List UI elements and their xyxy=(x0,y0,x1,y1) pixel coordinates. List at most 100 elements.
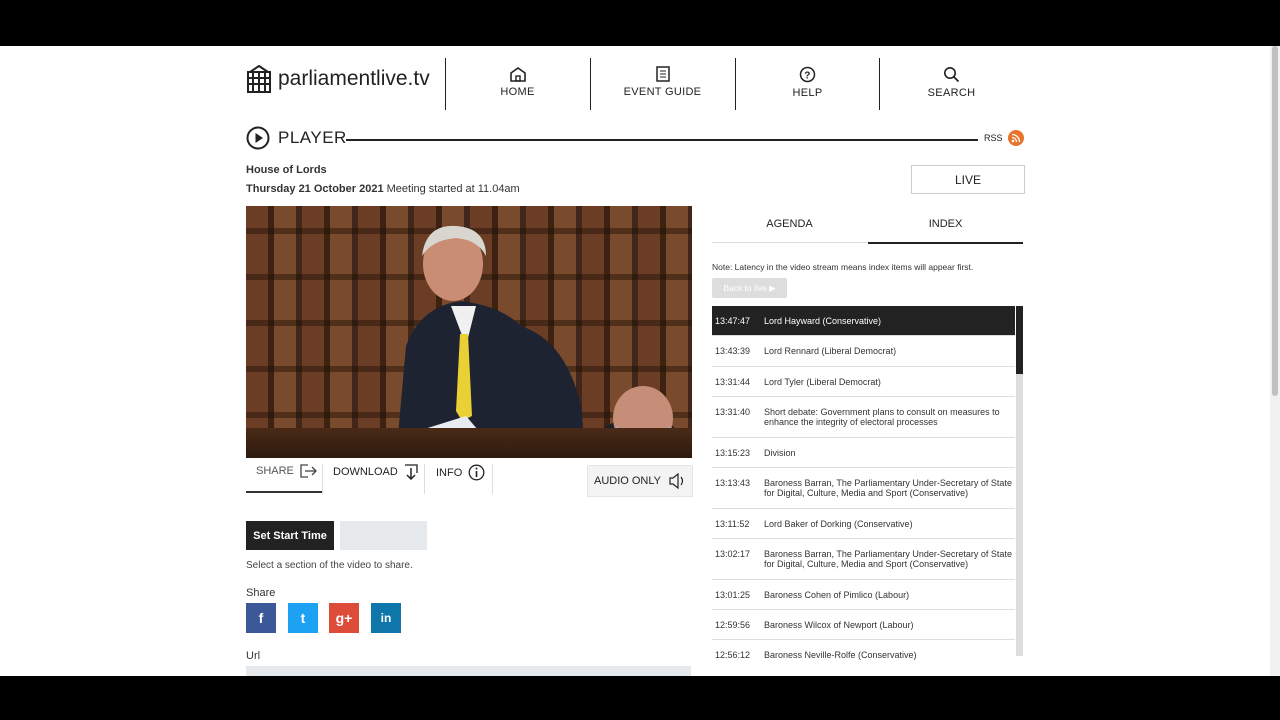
index-time: 13:31:40 xyxy=(715,407,751,418)
index-row[interactable]: 13:13:43 Baroness Barran, The Parliamenta… xyxy=(712,468,1015,509)
index-row[interactable]: 13:15:23 Division xyxy=(712,438,1015,469)
set-start-time-button[interactable]: Set Start Time xyxy=(246,521,334,550)
index-time: 13:02:17 xyxy=(715,549,751,560)
download-button[interactable]: DOWNLOAD xyxy=(333,464,418,480)
nav-home-label: HOME xyxy=(500,86,535,98)
control-divider xyxy=(492,464,493,494)
share-label: SHARE xyxy=(256,465,294,477)
live-button[interactable]: LIVE xyxy=(911,165,1025,194)
index-description: Division xyxy=(764,447,796,458)
index-time: 13:13:43 xyxy=(715,478,751,489)
index-row[interactable]: 13:11:52 Lord Baker of Dorking (Conservat… xyxy=(712,509,1015,540)
index-row[interactable]: 13:43:39 Lord Rennard (Liberal Democrat) xyxy=(712,336,1015,367)
nav-search[interactable]: SEARCH xyxy=(879,66,1024,99)
index-row[interactable]: 13:02:17 Baroness Barran, The Parliamenta… xyxy=(712,539,1015,580)
index-description: Baroness Barran, The Parliamentary Under… xyxy=(764,478,1012,499)
video-frame-speaker xyxy=(386,225,692,458)
rss-label: RSS xyxy=(984,133,1003,143)
index-time: 12:59:56 xyxy=(715,620,751,631)
url-label: Url xyxy=(246,650,261,662)
nav-help[interactable]: ? HELP xyxy=(735,66,880,99)
nav-home[interactable]: HOME xyxy=(445,66,590,98)
nav-event-guide[interactable]: EVENT GUIDE xyxy=(590,66,735,98)
control-divider xyxy=(322,464,323,494)
control-divider xyxy=(424,464,425,494)
index-row[interactable]: 13:01:25 Baroness Cohen of Pimlico (Labou… xyxy=(712,580,1015,611)
index-description: Lord Rennard (Liberal Democrat) xyxy=(764,346,897,357)
player-title: PLAYER xyxy=(278,128,347,147)
index-row[interactable]: 13:31:44 Lord Tyler (Liberal Democrat) xyxy=(712,367,1015,398)
meeting-date: Thursday 21 October 2021 Meeting started… xyxy=(246,183,520,195)
twitter-icon: t xyxy=(300,610,306,626)
back-to-live-button[interactable]: Back to live ▶ xyxy=(712,278,787,298)
page: parliamentlive.tv HOME EVENT GUIDE ? HEL… xyxy=(0,46,1280,676)
logo-text: parliamentlive.tv xyxy=(278,67,430,90)
index-description: Baroness Cohen of Pimlico (Labour) xyxy=(764,589,910,600)
google-plus-icon: g+ xyxy=(335,610,353,626)
nav-search-label: SEARCH xyxy=(927,87,976,99)
nav-help-label: HELP xyxy=(792,87,823,99)
share-hint: Select a section of the video to share. xyxy=(246,560,413,571)
index-time: 13:43:39 xyxy=(715,346,751,357)
share-active-underline xyxy=(246,491,322,493)
help-icon: ? xyxy=(799,66,816,83)
site-logo[interactable]: parliamentlive.tv xyxy=(246,64,430,94)
player-heading: PLAYER xyxy=(246,126,347,150)
linkedin-share-button[interactable]: in xyxy=(371,603,401,633)
index-description: Lord Tyler (Liberal Democrat) xyxy=(764,376,881,387)
index-description: Short debate: Government plans to consul… xyxy=(764,407,1000,428)
info-button[interactable]: INFO xyxy=(436,464,485,481)
tab-agenda[interactable]: AGENDA xyxy=(712,206,867,243)
index-time: 13:31:44 xyxy=(715,376,751,387)
index-description: Baroness Barran, The Parliamentary Under… xyxy=(764,549,1012,570)
audio-only-label: AUDIO ONLY xyxy=(593,475,662,487)
index-row[interactable]: 13:31:40 Short debate: Government plans t… xyxy=(712,397,1015,438)
index-time: 13:01:25 xyxy=(715,589,751,600)
index-list[interactable]: 13:47:47 Lord Hayward (Conservative) 13:43… xyxy=(712,306,1015,666)
heading-rule xyxy=(346,139,978,141)
index-scrollbar-thumb[interactable] xyxy=(1016,306,1023,374)
share-icon xyxy=(300,464,317,478)
google-plus-share-button[interactable]: g+ xyxy=(329,603,359,633)
page-scrollbar-thumb[interactable] xyxy=(1272,46,1278,396)
index-description: Lord Hayward (Conservative) xyxy=(764,316,882,326)
index-description: Lord Baker of Dorking (Conservative) xyxy=(764,518,913,529)
linkedin-icon: in xyxy=(380,611,392,625)
speaker-icon xyxy=(669,473,684,489)
facebook-share-button[interactable]: f xyxy=(246,603,276,633)
nav-event-guide-label: EVENT GUIDE xyxy=(623,86,702,98)
page-scrollbar[interactable] xyxy=(1270,46,1280,676)
video-player[interactable] xyxy=(246,206,692,458)
index-time: 13:47:47 xyxy=(715,316,751,326)
download-icon xyxy=(404,464,418,480)
start-time-field[interactable] xyxy=(340,521,427,550)
info-icon xyxy=(468,464,485,481)
index-description: Baroness Wilcox of Newport (Labour) xyxy=(764,620,914,631)
index-row[interactable]: 12:59:56 Baroness Wilcox of Newport (Labo… xyxy=(712,610,1015,641)
index-row[interactable]: 13:47:47 Lord Hayward (Conservative) xyxy=(712,306,1015,337)
play-circle-icon xyxy=(246,126,270,150)
index-row[interactable]: 12:56:12 Baroness Neville-Rolfe (Conserva… xyxy=(712,640,1015,666)
audio-only-button[interactable]: AUDIO ONLY xyxy=(587,465,693,497)
index-time: 12:56:12 xyxy=(715,650,751,661)
twitter-share-button[interactable]: t xyxy=(288,603,318,633)
date-text: Thursday 21 October 2021 xyxy=(246,183,384,195)
index-time: 13:15:23 xyxy=(715,447,751,458)
svg-text:?: ? xyxy=(804,70,810,81)
portcullis-icon xyxy=(247,64,271,93)
download-label: DOWNLOAD xyxy=(333,466,398,478)
facebook-icon: f xyxy=(258,610,264,626)
video-floor xyxy=(246,428,692,458)
search-icon xyxy=(944,67,960,83)
index-description: Baroness Neville-Rolfe (Conservative) xyxy=(764,650,917,661)
meeting-start-text: Meeting started at 11.04am xyxy=(383,183,520,195)
home-icon xyxy=(509,67,526,82)
share-button[interactable]: SHARE xyxy=(256,464,318,478)
latency-note: Note: Latency in the video stream means … xyxy=(712,262,974,272)
url-field[interactable] xyxy=(246,666,691,676)
index-time: 13:11:52 xyxy=(715,518,750,529)
tab-index[interactable]: INDEX xyxy=(868,206,1023,244)
house-name: House of Lords xyxy=(246,164,327,176)
document-icon xyxy=(655,66,670,82)
rss-link[interactable]: RSS xyxy=(984,130,1024,146)
